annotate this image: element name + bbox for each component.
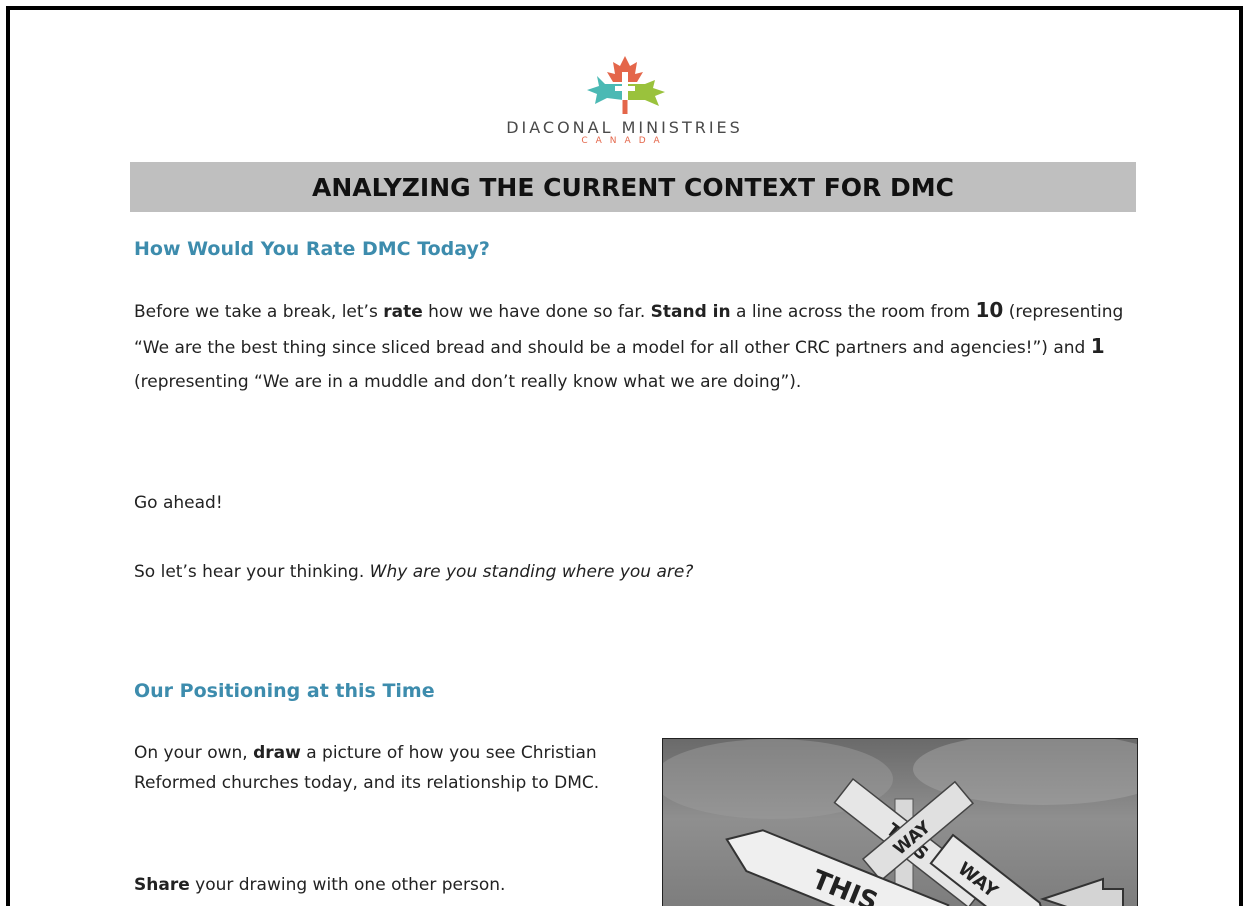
number-ten: 10 xyxy=(975,298,1004,322)
bold-share: Share xyxy=(134,875,190,895)
maple-leaf-logo-icon xyxy=(586,56,665,114)
document-page: DIACONAL MINISTRIES CANADA ANALYZING THE… xyxy=(6,6,1243,906)
page-title: ANALYZING THE CURRENT CONTEXT FOR DMC xyxy=(312,172,954,202)
text-run: (representing “We are in a muddle and do… xyxy=(134,372,802,392)
go-ahead-paragraph: Go ahead! xyxy=(134,493,223,513)
title-banner: ANALYZING THE CURRENT CONTEXT FOR DMC xyxy=(130,162,1136,212)
text-run: So let’s hear your thinking. xyxy=(134,562,370,582)
rate-paragraph: Before we take a break, let’s rate how w… xyxy=(134,293,1124,399)
signpost-icon: THIS WAY THIS WAY xyxy=(663,739,1137,906)
text-run: your drawing with one other person. xyxy=(189,875,506,895)
logo-wordmark: DIACONAL MINISTRIES xyxy=(506,118,743,137)
text-run: how we have done so far. xyxy=(422,302,651,322)
bold-rate: rate xyxy=(383,302,423,322)
text-run: a line across the room from xyxy=(730,302,976,322)
dmc-logo: DIACONAL MINISTRIES CANADA xyxy=(10,54,1239,146)
text-run: Before we take a break, let’s xyxy=(134,302,384,322)
bold-draw: draw xyxy=(253,743,301,763)
number-one: 1 xyxy=(1090,334,1105,358)
signpost-photo: THIS WAY THIS WAY xyxy=(662,738,1138,906)
text-run: On your own, xyxy=(134,743,254,763)
draw-paragraph: On your own, draw a picture of how you s… xyxy=(134,738,624,798)
italic-question: Why are you standing where you are? xyxy=(369,562,694,582)
logo-subtitle: CANADA xyxy=(581,136,668,146)
thinking-paragraph: So let’s hear your thinking. Why are you… xyxy=(134,555,1124,589)
bold-stand-in: Stand in xyxy=(650,302,731,322)
share-paragraph: Share your drawing with one other person… xyxy=(134,870,624,900)
section-heading-positioning: Our Positioning at this Time xyxy=(134,680,435,702)
section-heading-rate: How Would You Rate DMC Today? xyxy=(134,238,490,260)
